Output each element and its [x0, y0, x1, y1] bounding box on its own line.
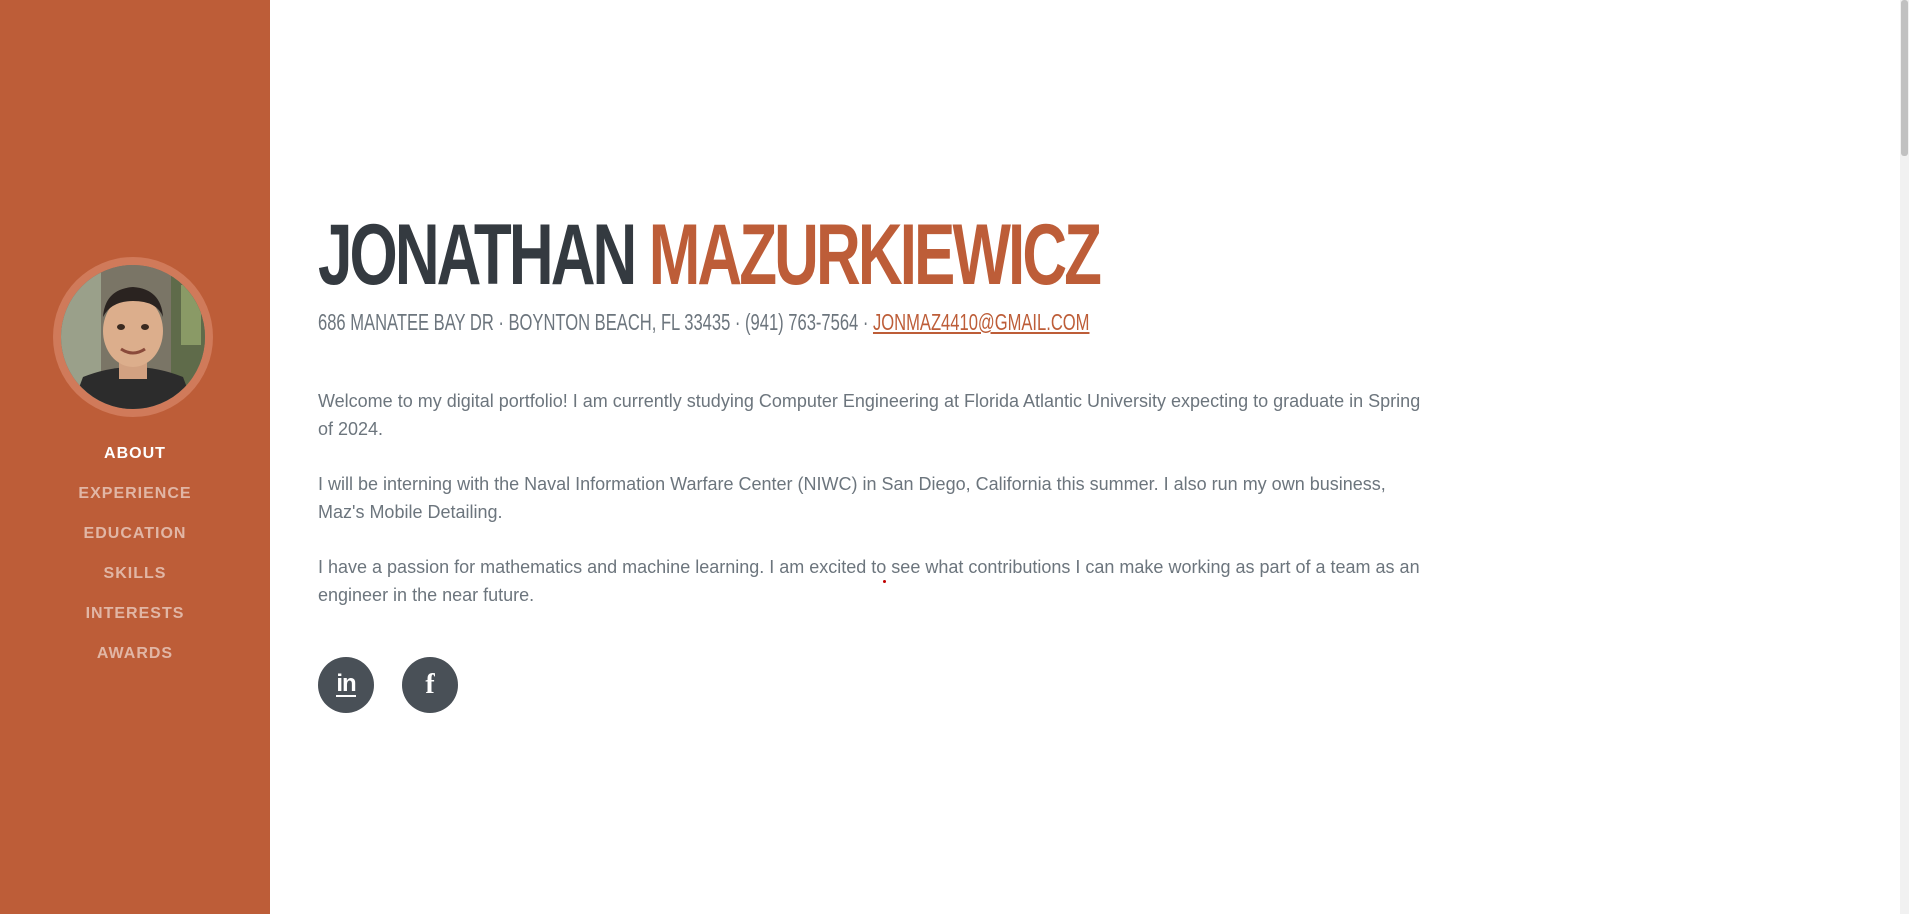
nav-item-awards: AWARDS: [0, 640, 270, 680]
facebook-button[interactable]: f: [402, 657, 458, 713]
scrollbar[interactable]: [1900, 0, 1909, 914]
about-paragraph: I have a passion for mathematics and mac…: [318, 557, 1420, 605]
linkedin-icon: in: [336, 670, 357, 697]
email-link[interactable]: JONMAZ4410@GMAIL.COM: [873, 309, 1089, 335]
profile-photo: [61, 265, 205, 409]
social-icons: in f: [318, 657, 458, 713]
mouse-cursor-dot: [883, 580, 886, 583]
nav-item-skills: SKILLS: [0, 560, 270, 600]
nav-link-interests[interactable]: INTERESTS: [86, 605, 185, 622]
nav-item-experience: EXPERIENCE: [0, 480, 270, 520]
nav-link-skills[interactable]: SKILLS: [104, 565, 167, 582]
nav-link-about[interactable]: ABOUT: [104, 445, 166, 462]
avatar: [53, 257, 213, 417]
nav-link-awards[interactable]: AWARDS: [97, 645, 173, 662]
sidebar-nav: ABOUT EXPERIENCE EDUCATION SKILLS INTERE…: [0, 440, 270, 680]
nav-item-about: ABOUT: [0, 440, 270, 480]
linkedin-button[interactable]: in: [318, 657, 374, 713]
facebook-icon: f: [425, 669, 435, 700]
page-title: JONATHAN MAZURKIEWICZ: [318, 205, 1102, 305]
sidebar: ABOUT EXPERIENCE EDUCATION SKILLS INTERE…: [0, 0, 270, 914]
scrollbar-thumb[interactable]: [1901, 0, 1908, 156]
nav-link-education[interactable]: EDUCATION: [84, 525, 187, 542]
profile-photo-image: [61, 265, 205, 409]
last-name: MAZURKIEWICZ: [648, 207, 1102, 303]
contact-line: 686 MANATEE BAY DR · BOYNTON BEACH, FL 3…: [318, 308, 1089, 336]
nav-link-experience[interactable]: EXPERIENCE: [78, 485, 191, 502]
address-text: 686 MANATEE BAY DR · BOYNTON BEACH, FL 3…: [318, 309, 873, 335]
nav-item-interests: INTERESTS: [0, 600, 270, 640]
about-paragraph: Welcome to my digital portfolio! I am cu…: [318, 391, 1421, 439]
first-name: JONATHAN: [318, 207, 637, 303]
about-paragraph: I will be interning with the Naval Infor…: [318, 474, 1386, 522]
nav-item-education: EDUCATION: [0, 520, 270, 560]
